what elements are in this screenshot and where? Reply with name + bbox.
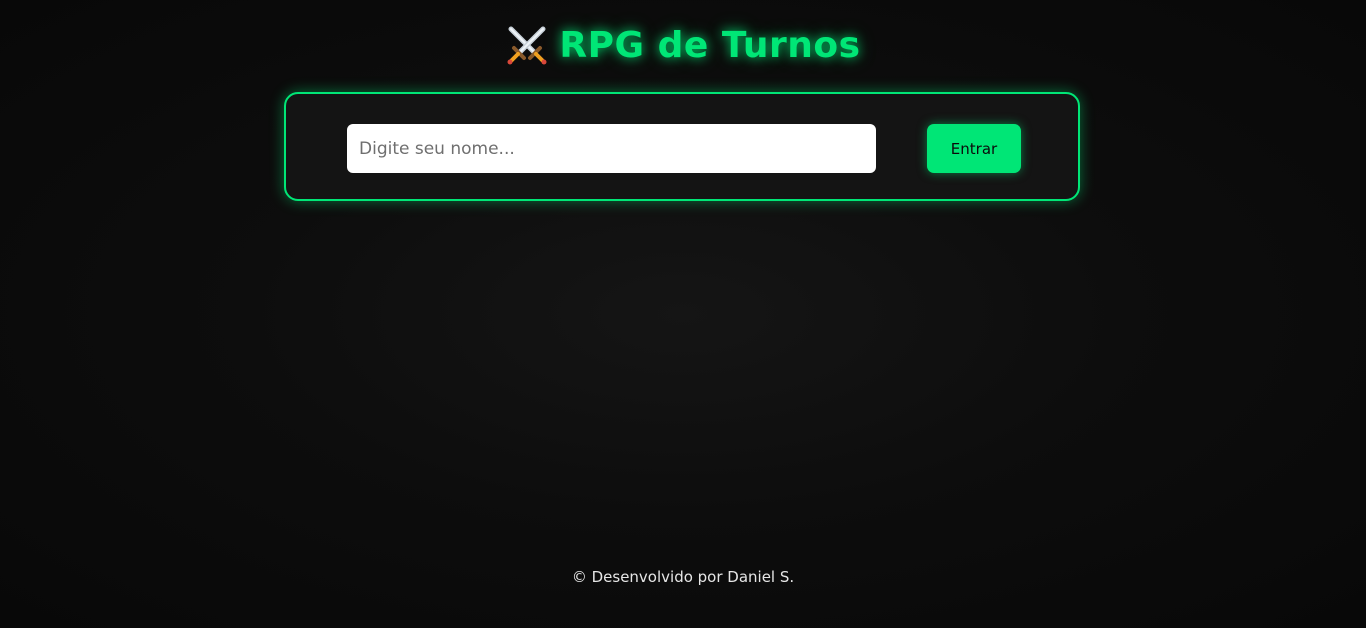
enter-button[interactable]: Entrar [927,124,1021,173]
footer-credits: © Desenvolvido por Daniel S. [571,568,795,586]
crossed-swords-icon [505,23,549,67]
page-title: RPG de Turnos [559,24,861,66]
name-input[interactable] [347,124,876,173]
login-panel: Entrar [284,92,1080,201]
page-header: RPG de Turnos [0,20,1366,70]
